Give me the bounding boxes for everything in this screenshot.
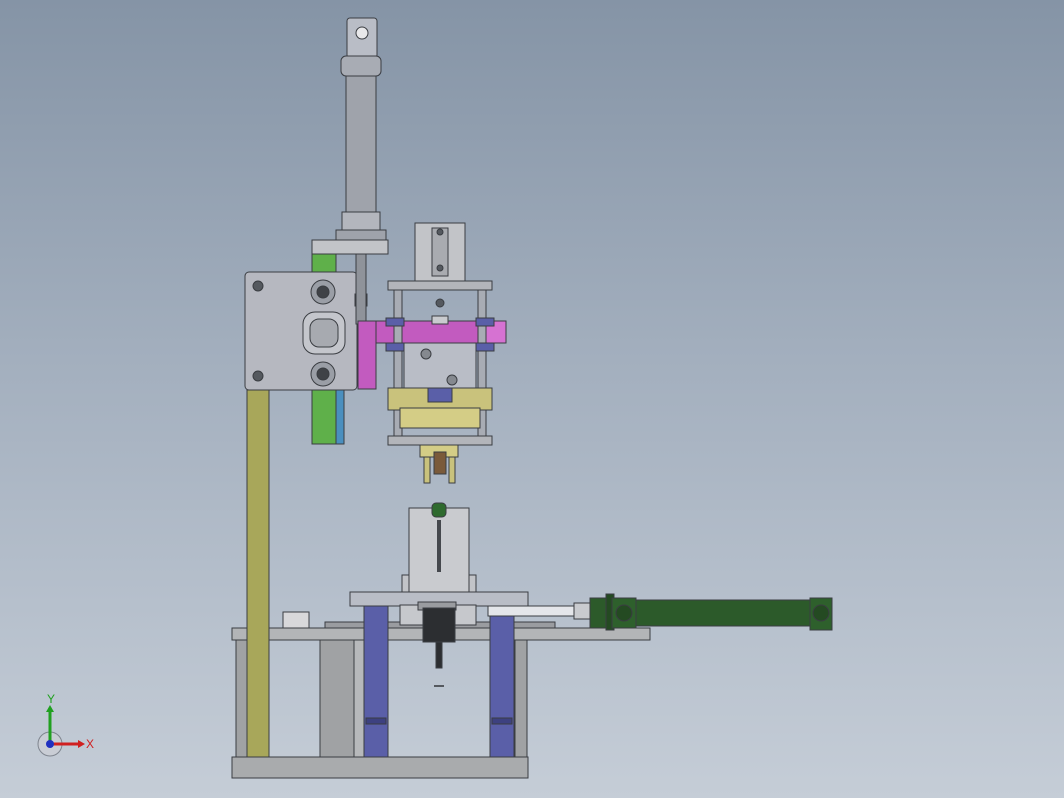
olive-column [246,389,270,758]
guide-cylinder [387,222,493,308]
x-axis-arrowhead [78,740,85,748]
y-axis-arrowhead [46,705,54,712]
gripper-fingers [419,444,459,484]
x-axis-label: X [86,737,94,751]
z-axis-dot [46,740,54,748]
gripper-housing [385,289,495,446]
stepper-motor [417,601,457,687]
machine-assembly-model[interactable] [0,0,1064,798]
y-axis-label: Y [47,694,55,706]
mounting-plate [244,271,368,391]
cad-viewport[interactable]: X Y [0,0,1064,798]
orientation-triad: X Y [30,692,110,764]
